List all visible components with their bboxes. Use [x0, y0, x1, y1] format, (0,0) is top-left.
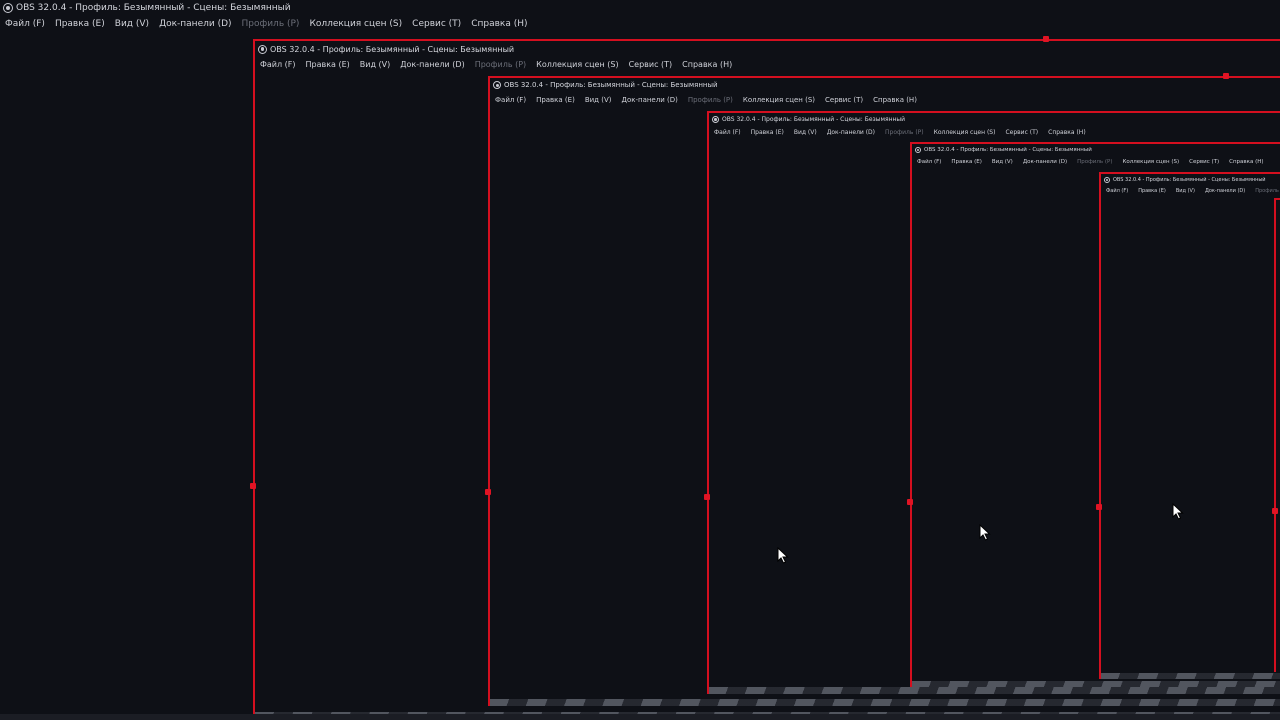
menu-view: Вид (V) — [1175, 187, 1195, 194]
transform-handle[interactable] — [1223, 73, 1229, 79]
status-bar-edge — [0, 714, 1280, 720]
preview-transparency-checker — [1101, 673, 1280, 679]
menu-bar: Файл (F) Правка (E) Вид (V) Док-панели (… — [0, 16, 1280, 32]
menu-profile: Профиль (P) — [687, 95, 733, 104]
menu-view[interactable]: Вид (V) — [110, 19, 154, 29]
menu-edit: Правка (E) — [750, 128, 784, 136]
obs-logo-icon — [1104, 176, 1110, 183]
nested-title-bar: OBS 32.0.4 - Профиль: Безымянный - Сцены… — [490, 79, 1280, 91]
transform-handle[interactable] — [704, 494, 710, 500]
menu-scene-collection: Коллекция сцен (S) — [933, 128, 996, 136]
menu-edit[interactable]: Правка (E) — [50, 19, 110, 29]
menu-profile: Профиль (P) — [1077, 159, 1113, 165]
menu-file: Файл (F) — [714, 128, 741, 136]
menu-edit: Правка (E) — [536, 95, 575, 104]
obs-logo-icon — [3, 2, 13, 13]
preview-transparency-checker — [912, 681, 1280, 687]
transform-handle[interactable] — [1272, 508, 1278, 514]
menu-edit: Правка (E) — [305, 60, 350, 69]
nested-window-title: OBS 32.0.4 - Профиль: Безымянный - Сцены… — [722, 116, 906, 123]
menu-scene-collection: Коллекция сцен (S) — [742, 95, 816, 104]
menu-tools: Сервис (T) — [825, 95, 864, 104]
nested-preview-level-5[interactable]: OBS 32.0.4 - Профиль: Безымянный - Сцены… — [1099, 172, 1280, 679]
menu-docks: Док-панели (D) — [1022, 159, 1068, 165]
menu-profile: Профиль (P) — [474, 60, 527, 69]
menu-help[interactable]: Справка (H) — [466, 19, 532, 29]
nested-menu-bar: Файл (F) Правка (E) Вид (V) Док-панели (… — [709, 126, 1280, 138]
menu-file: Файл (F) — [495, 95, 527, 104]
menu-help: Справка (H) — [873, 95, 917, 104]
menu-view: Вид (V) — [584, 95, 612, 104]
menu-profile: Профиль (P) — [1255, 187, 1280, 194]
window-title-bar: OBS 32.0.4 - Профиль: Безымянный - Сцены… — [0, 0, 1280, 15]
transform-handle[interactable] — [907, 499, 913, 505]
preview-transparency-checker — [709, 687, 1280, 694]
transform-handle[interactable] — [485, 489, 491, 495]
window-title: OBS 32.0.4 - Профиль: Безымянный - Сцены… — [16, 2, 291, 13]
menu-scene-collection: Коллекция сцен (S) — [1122, 159, 1180, 165]
obs-logo-icon — [258, 44, 267, 54]
menu-scene-collection: Коллекция сцен (S) — [536, 60, 619, 69]
menu-view: Вид (V) — [359, 60, 391, 69]
menu-help: Справка (H) — [1229, 159, 1264, 165]
obs-main-window: OBS 32.0.4 - Профиль: Безымянный - Сцены… — [0, 0, 1280, 720]
menu-view: Вид (V) — [793, 128, 817, 136]
menu-edit: Правка (E) — [1138, 187, 1166, 194]
menu-tools: Сервис (T) — [628, 60, 673, 69]
menu-help: Справка (H) — [1048, 128, 1086, 136]
obs-logo-icon — [493, 81, 501, 89]
nested-title-bar: OBS 32.0.4 - Профиль: Безымянный - Сцены… — [709, 114, 1280, 125]
mouse-pointer-icon — [1172, 503, 1184, 520]
obs-logo-icon — [712, 116, 719, 123]
nested-window-title: OBS 32.0.4 - Профиль: Безымянный - Сцены… — [270, 44, 515, 54]
menu-file: Файл (F) — [260, 60, 296, 69]
menu-edit: Правка (E) — [951, 159, 982, 165]
nested-window-title: OBS 32.0.4 - Профиль: Безымянный - Сцены… — [504, 81, 718, 89]
menu-help: Справка (H) — [682, 60, 733, 69]
nested-menu-bar: Файл (F) Правка (E) Вид (V) Док-панели (… — [490, 93, 1280, 106]
obs-logo-icon — [915, 147, 921, 153]
menu-scene-collection[interactable]: Коллекция сцен (S) — [304, 19, 407, 29]
menu-docks: Док-панели (D) — [826, 128, 876, 136]
transform-handle[interactable] — [1043, 36, 1049, 42]
menu-docks[interactable]: Док-панели (D) — [154, 19, 236, 29]
menu-docks: Док-панели (D) — [1204, 187, 1246, 194]
nested-menu-bar: Файл (F) Правка (E) Вид (V) Док-панели (… — [255, 57, 1280, 72]
menu-tools: Сервис (T) — [1189, 159, 1220, 165]
nested-menu-bar: Файл (F) Правка (E) Вид (V) Док-панели (… — [912, 157, 1280, 167]
menu-profile: Профиль (P) — [885, 128, 924, 136]
menu-file[interactable]: Файл (F) — [0, 19, 50, 29]
nested-window-title: OBS 32.0.4 - Профиль: Безымянный - Сцены… — [1113, 176, 1266, 183]
menu-view: Вид (V) — [991, 159, 1013, 165]
mouse-pointer-icon — [777, 547, 789, 564]
nested-title-bar: OBS 32.0.4 - Профиль: Безымянный - Сцены… — [255, 42, 1280, 56]
menu-tools: Сервис (T) — [1005, 128, 1039, 136]
preview-transparency-checker — [490, 699, 1280, 706]
menu-tools[interactable]: Сервис (T) — [407, 19, 466, 29]
transform-handle[interactable] — [1096, 504, 1102, 510]
menu-file: Файл (F) — [1106, 187, 1129, 194]
nested-preview-level-6[interactable] — [1274, 198, 1280, 672]
nested-window-title: OBS 32.0.4 - Профиль: Безымянный - Сцены… — [924, 147, 1092, 153]
transform-handle[interactable] — [250, 483, 256, 489]
nested-title-bar: OBS 32.0.4 - Профиль: Безымянный - Сцены… — [912, 145, 1280, 155]
menu-docks: Док-панели (D) — [621, 95, 678, 104]
mouse-pointer-icon — [979, 524, 991, 541]
nested-menu-bar: Файл (F) Правка (E) Вид (V) Док-панели (… — [1101, 186, 1280, 195]
menu-profile: Профиль (P) — [241, 19, 300, 29]
menu-docks: Док-панели (D) — [400, 60, 465, 69]
menu-file: Файл (F) — [917, 159, 942, 165]
nested-title-bar: OBS 32.0.4 - Профиль: Безымянный - Сцены… — [1101, 175, 1280, 184]
